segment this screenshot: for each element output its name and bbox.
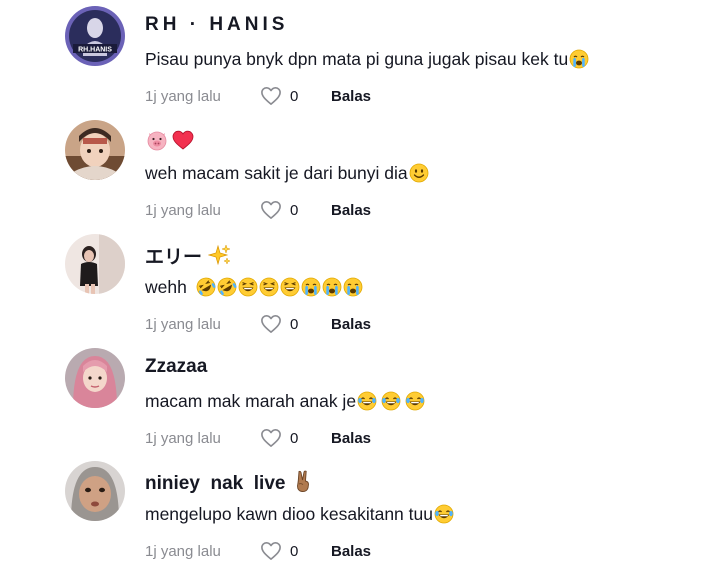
reply-button[interactable]: Balas — [331, 543, 371, 560]
avatar[interactable] — [65, 461, 125, 521]
username-text[interactable]: RH · HANIS — [145, 14, 288, 35]
comment-time: 1j yang lalu — [145, 542, 221, 560]
crying-face-icon — [301, 277, 321, 297]
comment-meta: 1j yang lalu 0 Balas — [145, 200, 371, 220]
victory-hand-icon — [297, 470, 310, 493]
comment-username[interactable]: RH · HANIS — [145, 14, 288, 36]
comment-text-content: weh macam sakit je dari bunyi dia — [145, 163, 408, 183]
laughing-face-icon — [259, 277, 279, 297]
comment-username[interactable]: エリー — [145, 242, 232, 269]
laughing-face-icon — [238, 277, 258, 297]
username-text[interactable]: Zzazaa — [145, 356, 207, 377]
comment-item: niniey nak live mengelupo kawn dioo kesa… — [0, 461, 727, 575]
heart-outline-icon[interactable] — [260, 86, 282, 106]
comment-item: Zzazaa macam mak marah anak je 1j yang l… — [0, 348, 727, 462]
reply-button[interactable]: Balas — [331, 88, 371, 105]
avatar[interactable] — [65, 120, 125, 180]
avatar[interactable]: RH.HANIS — [65, 6, 125, 66]
comment-text: mengelupo kawn dioo kesakitann tuu — [145, 504, 454, 525]
crying-face-icon — [343, 277, 363, 297]
avatar[interactable] — [65, 234, 125, 294]
heart-outline-icon[interactable] — [260, 314, 282, 334]
comment-meta: 1j yang lalu 0 Balas — [145, 541, 371, 561]
smiling-face-icon — [409, 163, 429, 183]
heart-icon — [172, 130, 194, 150]
crying-face-icon — [322, 277, 342, 297]
sparkles-icon — [208, 244, 231, 266]
comment-text: macam mak marah anak je — [145, 391, 425, 412]
comment-meta: 1j yang lalu 0 Balas — [145, 428, 371, 448]
tears-of-joy-icon — [434, 504, 454, 524]
like-count: 0 — [290, 87, 299, 105]
heart-outline-icon[interactable] — [260, 200, 282, 220]
comment-text: wehh — [145, 277, 363, 298]
pig-face-icon — [147, 131, 167, 151]
comment-time: 1j yang lalu — [145, 315, 221, 333]
reply-button[interactable]: Balas — [331, 316, 371, 333]
reply-button[interactable]: Balas — [331, 430, 371, 447]
heart-outline-icon[interactable] — [260, 428, 282, 448]
comment-meta: 1j yang lalu 0 Balas — [145, 86, 371, 106]
comment-text: Pisau punya bnyk dpn mata pi guna jugak … — [145, 49, 589, 70]
comment-text: weh macam sakit je dari bunyi dia — [145, 163, 429, 184]
heart-outline-icon[interactable] — [260, 541, 282, 561]
comment-list: RH.HANIS RH · HANIS Pisau punya bnyk dpn… — [0, 0, 727, 571]
tears-of-joy-icon — [357, 391, 377, 411]
comment-item: weh macam sakit je dari bunyi dia 1j yan… — [0, 120, 727, 234]
comment-text-content: mengelupo kawn dioo kesakitann tuu — [145, 504, 433, 524]
svg-text:RH.HANIS: RH.HANIS — [78, 47, 112, 54]
like-count: 0 — [290, 429, 299, 447]
comment-meta: 1j yang lalu 0 Balas — [145, 314, 371, 334]
avatar[interactable] — [65, 348, 125, 408]
reply-button[interactable]: Balas — [331, 202, 371, 219]
like-count: 0 — [290, 315, 299, 333]
rofl-icon — [217, 277, 237, 297]
laughing-face-icon — [280, 277, 300, 297]
username-text[interactable]: niniey nak live — [145, 473, 285, 494]
comment-username[interactable]: Zzazaa — [145, 356, 207, 378]
comment-item: RH.HANIS RH · HANIS Pisau punya bnyk dpn… — [0, 6, 727, 120]
like-count: 0 — [290, 201, 299, 219]
comment-time: 1j yang lalu — [145, 87, 221, 105]
comment-text-content: Pisau punya bnyk dpn mata pi guna jugak … — [145, 49, 569, 69]
username-text[interactable]: エリー — [145, 247, 202, 268]
comment-username[interactable] — [145, 128, 195, 154]
rofl-icon — [196, 277, 216, 297]
crying-face-icon — [569, 49, 589, 69]
comment-text-content: wehh — [145, 277, 187, 297]
comment-time: 1j yang lalu — [145, 429, 221, 447]
comment-time: 1j yang lalu — [145, 201, 221, 219]
comment-text-content: macam mak marah anak je — [145, 391, 357, 411]
like-count: 0 — [290, 542, 299, 560]
comment-item: エリー wehh 1j yang lalu 0 Balas — [0, 234, 727, 348]
tears-of-joy-icon — [405, 391, 425, 411]
tears-of-joy-icon — [381, 391, 401, 411]
comment-username[interactable]: niniey nak live — [145, 469, 315, 495]
